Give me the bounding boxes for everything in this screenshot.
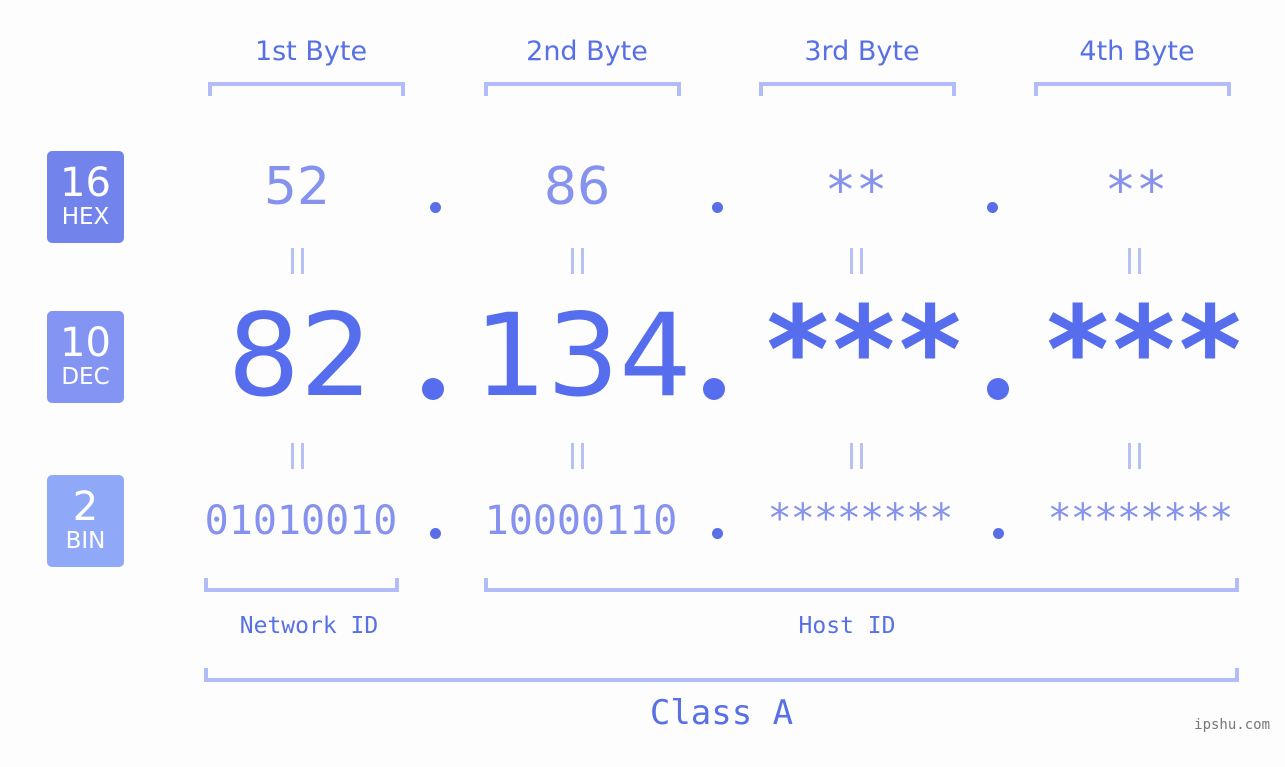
bin-value-3: ******** [767, 496, 954, 542]
bin-separator-dot [712, 528, 723, 539]
equals-icon [848, 443, 866, 469]
dec-value-1: 82 [227, 289, 373, 422]
hex-value-4: ** [1104, 161, 1168, 221]
byte-header-3: 3rd Byte [804, 36, 920, 67]
bin-badge-number: 2 [72, 484, 99, 530]
byte-bracket-4 [1034, 82, 1231, 96]
byte-header-4: 4th Byte [1079, 36, 1195, 67]
byte-bracket-3 [759, 82, 956, 96]
hex-badge: 16 HEX [47, 151, 124, 243]
hex-value-1: 52 [263, 157, 331, 217]
class-bracket [204, 668, 1239, 682]
dec-badge-label: DEC [61, 364, 110, 390]
equals-icon [289, 443, 307, 469]
bin-badge: 2 BIN [47, 475, 124, 567]
byte-bracket-1 [208, 82, 405, 96]
dec-value-3: *** [761, 282, 967, 421]
network-id-bracket [204, 578, 399, 592]
dec-value-4: *** [1041, 282, 1247, 421]
equals-icon [848, 248, 866, 274]
equals-icon [1126, 248, 1144, 274]
dec-separator-dot [703, 378, 725, 400]
host-id-bracket [484, 578, 1239, 592]
hex-badge-label: HEX [61, 204, 110, 230]
hex-separator-dot [987, 202, 998, 213]
dec-separator-dot [422, 378, 444, 400]
bin-separator-dot [993, 528, 1004, 539]
dec-badge-number: 10 [60, 320, 111, 366]
bin-value-2: 10000110 [484, 498, 678, 544]
equals-icon [289, 248, 307, 274]
byte-bracket-2 [484, 82, 681, 96]
dec-badge: 10 DEC [47, 311, 124, 403]
byte-header-1: 1st Byte [254, 36, 368, 67]
dec-separator-dot [987, 378, 1009, 400]
equals-icon [569, 443, 587, 469]
hex-value-2: 86 [543, 157, 611, 217]
dec-value-2: 134 [474, 289, 692, 422]
bin-badge-label: BIN [65, 528, 106, 554]
watermark: ipshu.com [1194, 717, 1270, 733]
equals-icon [569, 248, 587, 274]
class-label: Class A [649, 693, 794, 733]
bin-separator-dot [430, 528, 441, 539]
bin-value-1: 01010010 [204, 498, 398, 544]
hex-badge-number: 16 [60, 160, 111, 206]
byte-header-2: 2nd Byte [526, 36, 648, 67]
bin-value-4: ******** [1047, 496, 1234, 542]
hex-separator-dot [430, 202, 441, 213]
network-id-label: Network ID [239, 613, 379, 639]
equals-icon [1126, 443, 1144, 469]
hex-value-3: ** [824, 161, 888, 221]
hex-separator-dot [712, 202, 723, 213]
host-id-label: Host ID [798, 613, 896, 639]
